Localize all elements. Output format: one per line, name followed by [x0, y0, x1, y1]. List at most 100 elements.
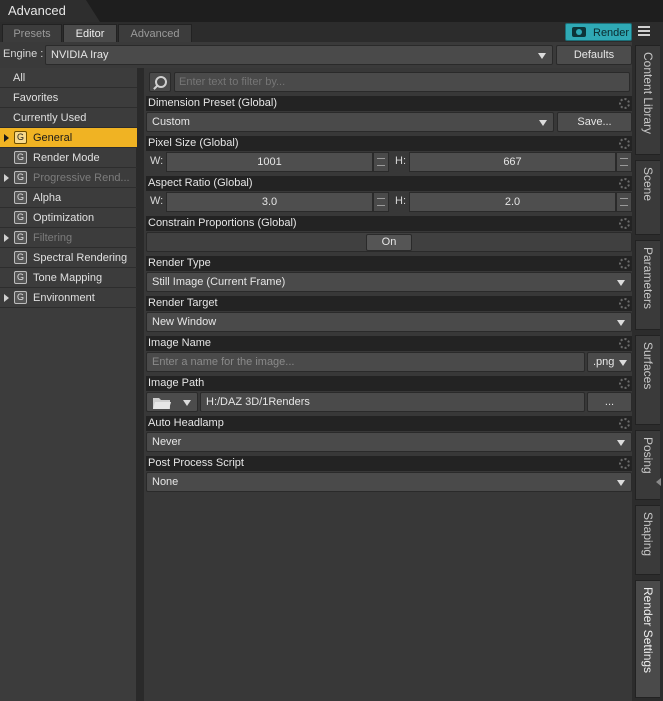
group-icon: G [14, 151, 27, 164]
pane-menu-icon[interactable] [638, 24, 652, 38]
nav-item-currently-used[interactable]: Currently Used [0, 108, 137, 128]
aspect-width-spinner[interactable] [373, 192, 389, 212]
expand-arrow-icon[interactable] [4, 234, 9, 242]
folder-icon [153, 398, 171, 409]
render-target-select[interactable]: New Window [146, 312, 632, 332]
nav-item-spectral-rendering[interactable]: G Spectral Rendering [0, 248, 137, 268]
nav-item-alpha[interactable]: G Alpha [0, 188, 137, 208]
chevron-down-icon [619, 360, 627, 366]
chevron-down-icon [617, 440, 625, 446]
title-bar: Advanced [0, 0, 663, 22]
settings-nav: All Favorites Currently Used G General G… [0, 68, 137, 701]
tab-editor[interactable]: Editor [63, 24, 117, 42]
chevron-down-icon [617, 480, 625, 486]
width-label: W: [150, 195, 164, 207]
folder-select-button[interactable] [146, 392, 198, 412]
tab-surfaces[interactable]: Surfaces [635, 335, 660, 425]
expand-arrow-icon[interactable] [4, 174, 9, 182]
camera-icon [572, 27, 586, 37]
group-icon: G [14, 211, 27, 224]
render-button-label: Render [593, 27, 630, 39]
nav-item-general[interactable]: G General [0, 128, 137, 148]
nav-item-all[interactable]: All [0, 68, 137, 88]
pane-title: Advanced [0, 0, 100, 22]
expand-arrow-icon[interactable] [4, 294, 9, 302]
nav-item-render-mode[interactable]: G Render Mode [0, 148, 137, 168]
gear-icon[interactable] [619, 458, 630, 469]
tab-shaping[interactable]: Shaping [635, 505, 660, 575]
group-icon: G [14, 171, 27, 184]
image-extension-select[interactable]: .png [587, 352, 632, 372]
aspect-ratio-section: Aspect Ratio (Global) W: 3.0 H: 2.0 [146, 176, 632, 214]
pane-splitter[interactable] [137, 68, 144, 701]
nav-item-environment[interactable]: G Environment [0, 288, 137, 308]
aspect-height-spinner[interactable] [616, 192, 632, 212]
nav-item-filtering[interactable]: G Filtering [0, 228, 137, 248]
chevron-down-icon [617, 320, 625, 326]
section-title: Aspect Ratio (Global) [146, 176, 632, 191]
tab-parameters[interactable]: Parameters [635, 240, 660, 330]
post-process-select[interactable]: None [146, 472, 632, 492]
nav-item-optimization[interactable]: G Optimization [0, 208, 137, 228]
constrain-proportions-section: Constrain Proportions (Global) On [146, 216, 632, 254]
tab-content-library[interactable]: Content Library [635, 45, 660, 155]
image-path-field[interactable]: H:/DAZ 3D/1Renders [200, 392, 585, 412]
tab-scene[interactable]: Scene [635, 160, 660, 235]
gear-icon[interactable] [619, 258, 630, 269]
filter-input[interactable] [174, 72, 630, 92]
gear-icon[interactable] [619, 338, 630, 349]
auto-headlamp-section: Auto Headlamp Never [146, 416, 632, 454]
tab-scroll-left-icon[interactable] [656, 478, 661, 486]
gear-icon[interactable] [619, 98, 630, 109]
group-icon: G [14, 251, 27, 264]
section-title: Dimension Preset (Global) [146, 96, 632, 111]
group-icon: G [14, 231, 27, 244]
gear-icon[interactable] [619, 378, 630, 389]
tab-advanced[interactable]: Advanced [118, 24, 192, 42]
chevron-down-icon [183, 400, 191, 406]
section-title: Render Target [146, 296, 632, 311]
aspect-height-field[interactable]: 2.0 [409, 192, 616, 212]
expand-arrow-icon[interactable] [4, 134, 9, 142]
dimension-preset-select[interactable]: Custom [146, 112, 554, 132]
tab-posing[interactable]: Posing [635, 430, 660, 500]
constrain-toggle[interactable]: On [366, 234, 412, 251]
tab-render-settings[interactable]: Render Settings [635, 580, 660, 698]
render-button[interactable]: Render [565, 23, 632, 41]
engine-row: Engine : NVIDIA Iray Defaults [0, 44, 632, 66]
defaults-button[interactable]: Defaults [556, 45, 632, 65]
chevron-down-icon [538, 53, 546, 59]
nav-item-favorites[interactable]: Favorites [0, 88, 137, 108]
section-title: Image Path [146, 376, 632, 391]
gear-icon[interactable] [619, 418, 630, 429]
height-label: H: [395, 195, 406, 207]
group-icon: G [14, 271, 27, 284]
browse-path-button[interactable]: ... [587, 392, 632, 412]
gear-icon[interactable] [619, 218, 630, 229]
engine-select[interactable]: NVIDIA Iray [45, 45, 553, 65]
image-name-input[interactable]: Enter a name for the image... [146, 352, 585, 372]
nav-item-tone-mapping[interactable]: G Tone Mapping [0, 268, 137, 288]
gear-icon[interactable] [619, 178, 630, 189]
pixel-height-field[interactable]: 667 [409, 152, 616, 172]
gear-icon[interactable] [619, 298, 630, 309]
aspect-width-field[interactable]: 3.0 [166, 192, 373, 212]
pixel-width-field[interactable]: 1001 [166, 152, 373, 172]
chevron-down-icon [539, 120, 547, 126]
chevron-down-icon [617, 280, 625, 286]
auto-headlamp-select[interactable]: Never [146, 432, 632, 452]
engine-value: NVIDIA Iray [51, 49, 109, 61]
pixel-height-spinner[interactable] [616, 152, 632, 172]
filter-row [146, 70, 632, 92]
nav-item-progressive-rendering[interactable]: G Progressive Rend... [0, 168, 137, 188]
render-type-select[interactable]: Still Image (Current Frame) [146, 272, 632, 292]
section-title: Auto Headlamp [146, 416, 632, 431]
gear-icon[interactable] [619, 138, 630, 149]
pixel-width-spinner[interactable] [373, 152, 389, 172]
tab-presets[interactable]: Presets [2, 24, 62, 42]
search-icon[interactable] [149, 72, 171, 92]
height-label: H: [395, 155, 406, 167]
save-preset-button[interactable]: Save... [557, 112, 632, 132]
section-title: Post Process Script [146, 456, 632, 471]
image-name-section: Image Name Enter a name for the image...… [146, 336, 632, 374]
